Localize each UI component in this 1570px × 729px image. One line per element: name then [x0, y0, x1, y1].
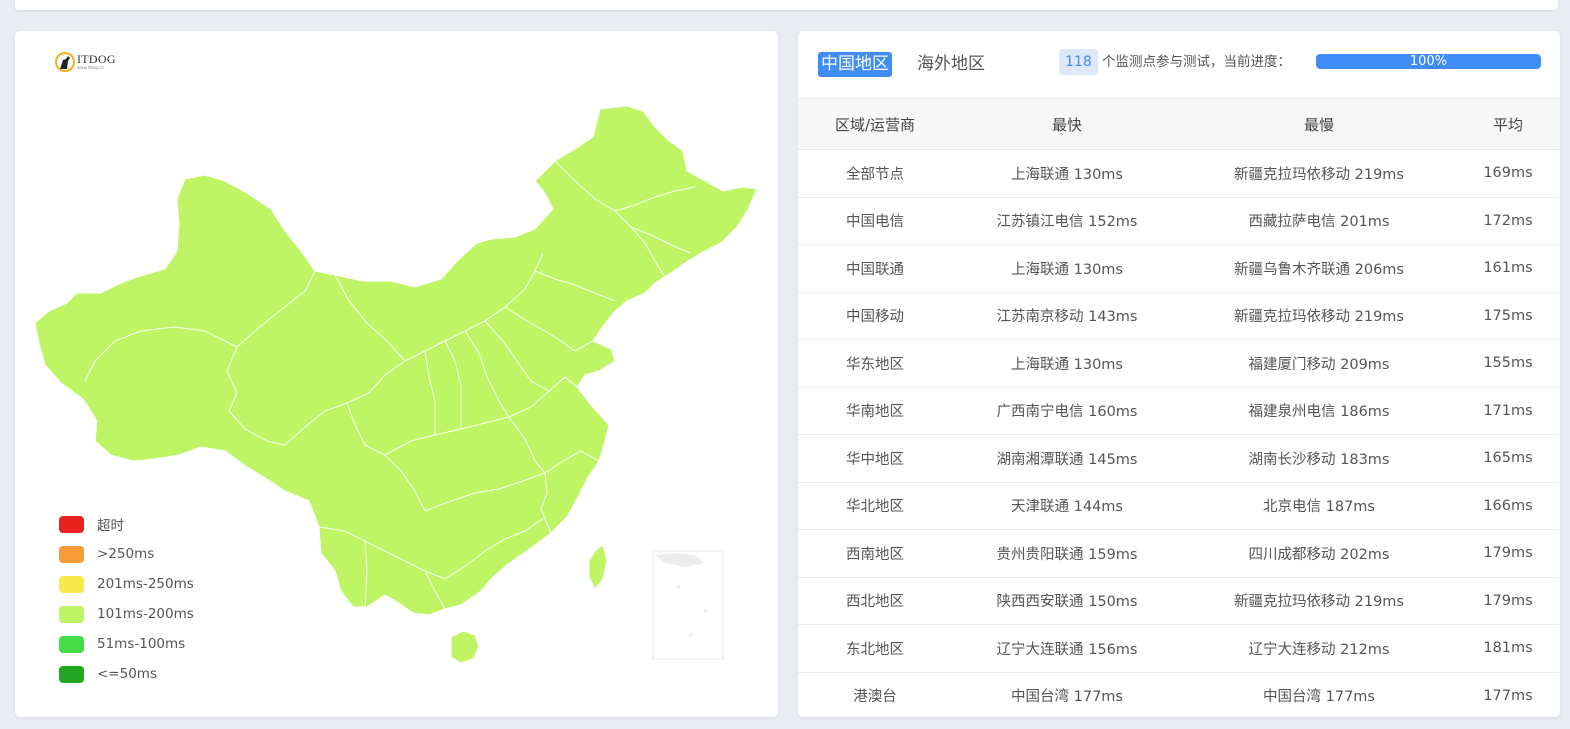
cell-slowest: 湖南长沙移动 183ms — [1182, 434, 1456, 483]
legend-swatch — [59, 665, 84, 683]
cell-average: 171ms — [1456, 387, 1560, 435]
cell-fastest: 上海联通 130ms — [952, 244, 1182, 293]
map-panel: ITDOG www.itdog.cn 超时 >250ms 201ms-250ms… — [15, 31, 778, 717]
cell-average: 166ms — [1456, 482, 1560, 530]
legend-label: 101ms-200ms — [97, 606, 194, 622]
legend-label: >250ms — [97, 546, 155, 562]
cell-region: 华东地区 — [798, 339, 952, 388]
header-slowest: 最慢 — [1182, 98, 1456, 150]
table-row: 港澳台 中国台湾 177ms 中国台湾 177ms 177ms — [798, 672, 1560, 717]
header-average: 平均 — [1456, 98, 1560, 150]
cell-region: 港澳台 — [798, 672, 952, 717]
table-row: 华东地区 上海联通 130ms 福建厦门移动 209ms 155ms — [798, 339, 1560, 388]
cell-region: 西北地区 — [798, 577, 952, 625]
results-panel: 中国地区 海外地区 118 个监测点参与测试，当前进度： 100% 区域/运营商… — [798, 31, 1560, 717]
cell-slowest: 福建泉州电信 186ms — [1182, 387, 1456, 435]
legend-swatch — [59, 575, 84, 593]
cell-average: 155ms — [1456, 339, 1560, 388]
table-row: 中国移动 江苏南京移动 143ms 新疆克拉玛依移动 219ms 175ms — [798, 292, 1560, 340]
cell-fastest: 天津联通 144ms — [952, 482, 1182, 530]
legend-item[interactable]: 101ms-200ms — [59, 599, 194, 629]
table-row: 西北地区 陕西西安联通 150ms 新疆克拉玛依移动 219ms 179ms — [798, 577, 1560, 625]
cell-slowest: 新疆乌鲁木齐联通 206ms — [1182, 244, 1456, 293]
south-china-sea-inset — [652, 550, 724, 660]
tab-overseas[interactable]: 海外地区 — [914, 52, 988, 77]
cell-slowest: 新疆克拉玛依移动 219ms — [1182, 292, 1456, 340]
legend-label: 51ms-100ms — [97, 636, 186, 652]
hainan-island[interactable] — [450, 630, 480, 664]
cell-average: 177ms — [1456, 672, 1560, 717]
legend-label: 201ms-250ms — [97, 576, 194, 592]
cell-fastest: 湖南湘潭联通 145ms — [952, 434, 1182, 483]
cell-region: 西南地区 — [798, 529, 952, 578]
region-tabs-bar: 中国地区 海外地区 118 个监测点参与测试，当前进度： 100% — [798, 31, 1560, 98]
table-row: 西南地区 贵州贵阳联通 159ms 四川成都移动 202ms 179ms — [798, 529, 1560, 578]
cell-average: 181ms — [1456, 624, 1560, 673]
cell-region: 华北地区 — [798, 482, 952, 530]
latency-legend: 超时 >250ms 201ms-250ms 101ms-200ms 51ms-100ms… — [59, 509, 194, 689]
progress-bar: 100% — [1316, 54, 1541, 69]
cell-average: 172ms — [1456, 197, 1560, 245]
legend-item[interactable]: 51ms-100ms — [59, 629, 194, 659]
cell-fastest: 上海联通 130ms — [952, 149, 1182, 198]
legend-item[interactable]: >250ms — [59, 539, 194, 569]
legend-swatch — [59, 515, 84, 533]
legend-swatch — [59, 635, 84, 653]
table-row: 中国联通 上海联通 130ms 新疆乌鲁木齐联通 206ms 161ms — [798, 244, 1560, 293]
progress-text: 个监测点参与测试，当前进度： — [1102, 54, 1291, 70]
cell-slowest: 西藏拉萨电信 201ms — [1182, 197, 1456, 245]
legend-swatch — [59, 605, 84, 623]
cell-average: 169ms — [1456, 149, 1560, 198]
cell-fastest: 江苏南京移动 143ms — [952, 292, 1182, 340]
table-row: 全部节点 上海联通 130ms 新疆克拉玛依移动 219ms 169ms — [798, 149, 1560, 198]
cell-average: 175ms — [1456, 292, 1560, 340]
cell-slowest: 福建厦门移动 209ms — [1182, 339, 1456, 388]
header-region: 区域/运营商 — [798, 98, 952, 150]
cell-slowest: 辽宁大连移动 212ms — [1182, 624, 1456, 673]
cell-slowest: 新疆克拉玛依移动 219ms — [1182, 577, 1456, 625]
cell-fastest: 辽宁大连联通 156ms — [952, 624, 1182, 673]
cell-fastest: 中国台湾 177ms — [952, 672, 1182, 717]
legend-label: 超时 — [97, 518, 124, 534]
cell-region: 全部节点 — [798, 149, 952, 198]
node-count-badge: 118 — [1059, 49, 1098, 75]
cell-slowest: 北京电信 187ms — [1182, 482, 1456, 530]
cell-region: 中国联通 — [798, 244, 952, 293]
cell-region: 华南地区 — [798, 387, 952, 435]
taiwan-island[interactable] — [588, 544, 608, 590]
legend-item[interactable]: 超时 — [59, 509, 194, 539]
cell-region: 中国电信 — [798, 197, 952, 245]
cell-fastest: 陕西西安联通 150ms — [952, 577, 1182, 625]
cell-slowest: 新疆克拉玛依移动 219ms — [1182, 149, 1456, 198]
header-fastest: 最快 — [952, 98, 1182, 150]
table-row: 中国电信 江苏镇江电信 152ms 西藏拉萨电信 201ms 172ms — [798, 197, 1560, 245]
results-table: 区域/运营商 最快 最慢 平均 全部节点 上海联通 130ms 新疆克拉玛依移动 2… — [798, 98, 1560, 717]
table-row: 东北地区 辽宁大连联通 156ms 辽宁大连移动 212ms 181ms — [798, 624, 1560, 673]
legend-item[interactable]: <=50ms — [59, 659, 194, 689]
cell-fastest: 贵州贵阳联通 159ms — [952, 529, 1182, 578]
cell-average: 179ms — [1456, 529, 1560, 578]
legend-swatch — [59, 545, 84, 563]
cell-slowest: 四川成都移动 202ms — [1182, 529, 1456, 578]
cell-region: 华中地区 — [798, 434, 952, 483]
table-body: 全部节点 上海联通 130ms 新疆克拉玛依移动 219ms 169ms 中国电信 江苏镇… — [798, 149, 1560, 717]
table-row: 华中地区 湖南湘潭联通 145ms 湖南长沙移动 183ms 165ms — [798, 434, 1560, 483]
table-row: 华南地区 广西南宁电信 160ms 福建泉州电信 186ms 171ms — [798, 387, 1560, 435]
cell-region: 东北地区 — [798, 624, 952, 673]
progress-fill: 100% — [1316, 54, 1541, 69]
cell-fastest: 广西南宁电信 160ms — [952, 387, 1182, 435]
cell-average: 165ms — [1456, 434, 1560, 483]
cell-average: 179ms — [1456, 577, 1560, 625]
table-row: 华北地区 天津联通 144ms 北京电信 187ms 166ms — [798, 482, 1560, 530]
cell-fastest: 上海联通 130ms — [952, 339, 1182, 388]
cell-average: 161ms — [1456, 244, 1560, 293]
cell-slowest: 中国台湾 177ms — [1182, 672, 1456, 717]
table-header-row: 区域/运营商 最快 最慢 平均 — [798, 98, 1560, 150]
cell-fastest: 江苏镇江电信 152ms — [952, 197, 1182, 245]
tab-china[interactable]: 中国地区 — [818, 52, 892, 77]
legend-item[interactable]: 201ms-250ms — [59, 569, 194, 599]
legend-label: <=50ms — [97, 666, 157, 682]
top-panel — [15, 0, 1558, 10]
cell-region: 中国移动 — [798, 292, 952, 340]
